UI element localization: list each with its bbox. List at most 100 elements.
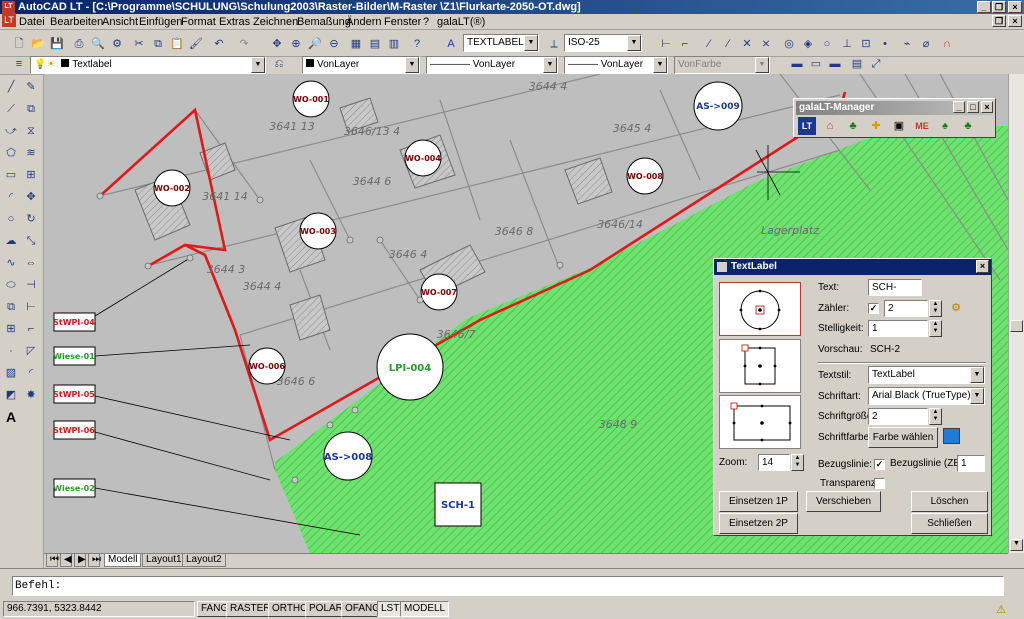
fillet-icon[interactable]: ◜: [22, 364, 40, 382]
manager-lt-icon[interactable]: LT: [798, 117, 816, 135]
point-icon[interactable]: ·: [2, 342, 20, 360]
preview-square[interactable]: [719, 339, 801, 393]
text-input[interactable]: SCH-: [868, 279, 922, 296]
wipeout-icon[interactable]: ▤: [848, 55, 866, 73]
toolpalette-icon[interactable]: ▥: [385, 35, 403, 53]
close-dialog-button[interactable]: Schließen: [911, 513, 988, 534]
array-icon[interactable]: ⊞: [22, 166, 40, 184]
zoom-spinner[interactable]: ▲ ▼: [791, 454, 804, 471]
pan-icon[interactable]: ✥: [268, 35, 286, 53]
preview-rectangle[interactable]: [719, 395, 801, 449]
arc-icon[interactable]: ◜: [2, 188, 20, 206]
linetype-select[interactable]: ———— VonLayer ▼: [426, 56, 558, 74]
insert-icon[interactable]: ⊞: [2, 320, 20, 338]
block-icon[interactable]: ⧉: [2, 298, 20, 316]
textlabel-close-button[interactable]: ×: [976, 260, 989, 273]
counter-input[interactable]: 2: [884, 300, 928, 317]
zoom-previous-icon[interactable]: ⊖: [325, 35, 343, 53]
size-spinner[interactable]: ▲ ▼: [929, 408, 942, 425]
tab-first-icon[interactable]: ⏮: [46, 554, 59, 567]
scale-icon[interactable]: ⤡: [22, 232, 40, 250]
copy-obj-icon[interactable]: ⧉: [22, 100, 40, 118]
move-button[interactable]: Verschieben: [806, 491, 881, 512]
manager-frame-icon[interactable]: ▣: [890, 117, 908, 135]
snap-nearest-icon[interactable]: ⌁: [898, 35, 916, 53]
manager-me-icon[interactable]: ME: [913, 117, 931, 135]
leader-checkbox[interactable]: ✓: [874, 459, 885, 470]
line-icon[interactable]: ╱: [2, 78, 20, 96]
circle-icon[interactable]: ○: [2, 210, 20, 228]
copy-icon[interactable]: ⧉: [149, 35, 167, 53]
draworder-icon[interactable]: ▬: [788, 55, 806, 73]
plot-icon[interactable]: ⎙: [70, 35, 88, 53]
offset-icon[interactable]: ≋: [22, 144, 40, 162]
menu-format[interactable]: Format: [181, 16, 216, 28]
properties-icon[interactable]: ▦: [347, 35, 365, 53]
doc-icon[interactable]: LT: [2, 13, 16, 27]
revcloud-icon[interactable]: ☁: [2, 232, 20, 250]
font-select[interactable]: Arial Black (TrueType) ▼: [868, 387, 985, 405]
break-icon[interactable]: ⌐: [22, 320, 40, 338]
tab-modell[interactable]: Modell: [104, 554, 142, 567]
snap-endpoint-icon[interactable]: ⁄: [700, 35, 718, 53]
tab-layout2[interactable]: Layout2: [182, 554, 226, 567]
menu-aendern[interactable]: Ändern: [346, 16, 381, 28]
counter-spinner[interactable]: ▲ ▼: [929, 300, 942, 317]
snap-center-icon[interactable]: ◎: [780, 35, 798, 53]
menu-extras[interactable]: Extras: [219, 16, 250, 28]
snap-node-icon[interactable]: •: [876, 35, 894, 53]
size-input[interactable]: 2: [868, 408, 928, 425]
tab-last-icon[interactable]: ⏭: [88, 554, 101, 567]
manager-tree-icon[interactable]: ♣: [844, 117, 862, 135]
new-icon[interactable]: 🗋: [10, 35, 28, 53]
polyline-icon[interactable]: ⤻: [2, 122, 20, 140]
preview-icon[interactable]: 🔍: [89, 35, 107, 53]
delete-button[interactable]: Löschen: [911, 491, 988, 512]
mirror-icon[interactable]: ⧖: [22, 122, 40, 140]
manager-plant-icon[interactable]: ♠: [936, 117, 954, 135]
snap-midpoint-icon[interactable]: ∕: [719, 35, 737, 53]
zoom-realtime-icon[interactable]: ⊕: [287, 35, 305, 53]
manager-min-button[interactable]: _: [953, 101, 965, 113]
manager-house-icon[interactable]: ⌂: [821, 117, 839, 135]
color-swatch[interactable]: [943, 428, 960, 444]
dimstyle-select[interactable]: ISO-25 ▼: [564, 34, 642, 52]
save-icon[interactable]: 💾: [48, 35, 66, 53]
snap-tangent-icon[interactable]: ○: [818, 35, 836, 53]
restore-button[interactable]: ❐: [992, 1, 1006, 13]
text-icon[interactable]: A: [2, 408, 20, 426]
zoom-window-icon[interactable]: 🔎: [306, 35, 324, 53]
region-icon[interactable]: ◩: [2, 386, 20, 404]
manager-shrub-icon[interactable]: ♣: [959, 117, 977, 135]
tab-layout1[interactable]: Layout1: [142, 554, 186, 567]
textstyle-select[interactable]: TEXTLABEL ▼: [463, 34, 539, 52]
communication-icon[interactable]: ⚠: [992, 601, 1010, 619]
manager-max-button[interactable]: □: [967, 101, 979, 113]
linear-dim-icon[interactable]: ⊢: [657, 35, 675, 53]
layer-previous-icon[interactable]: ⎌: [270, 55, 288, 73]
publish-icon[interactable]: ⚙: [108, 35, 126, 53]
manager-close-button[interactable]: ×: [981, 101, 993, 113]
chamfer-icon[interactable]: ◸: [22, 342, 40, 360]
insert-1p-button[interactable]: Einsetzen 1P: [719, 491, 798, 512]
snap-none-icon[interactable]: ⌀: [917, 35, 935, 53]
minimize-button[interactable]: _: [977, 1, 991, 13]
choose-color-button[interactable]: Farbe wählen: [868, 427, 938, 448]
snap-quadrant-icon[interactable]: ◈: [799, 35, 817, 53]
snap-perp-icon[interactable]: ⊥: [838, 35, 856, 53]
rotate-icon[interactable]: ↻: [22, 210, 40, 228]
menu-datei[interactable]: Datei: [19, 16, 45, 28]
menu-zeichnen[interactable]: Zeichnen: [253, 16, 298, 28]
digits-spinner[interactable]: ▲ ▼: [929, 320, 942, 337]
snap-settings-icon[interactable]: ∩: [938, 35, 956, 53]
rectangle-icon[interactable]: ▭: [2, 166, 20, 184]
command-input[interactable]: Befehl:: [12, 576, 1004, 596]
paste-icon[interactable]: 📋: [168, 35, 186, 53]
erase-icon[interactable]: ✎: [22, 78, 40, 96]
leader-ze-input[interactable]: 1: [957, 455, 985, 472]
polygon-icon[interactable]: ⬠: [2, 144, 20, 162]
style-select[interactable]: TextLabel ▼: [868, 366, 985, 384]
doc-close-button[interactable]: ×: [1008, 15, 1022, 27]
tab-prev-icon[interactable]: ◀: [60, 554, 72, 567]
designcenter-icon[interactable]: ▤: [366, 35, 384, 53]
